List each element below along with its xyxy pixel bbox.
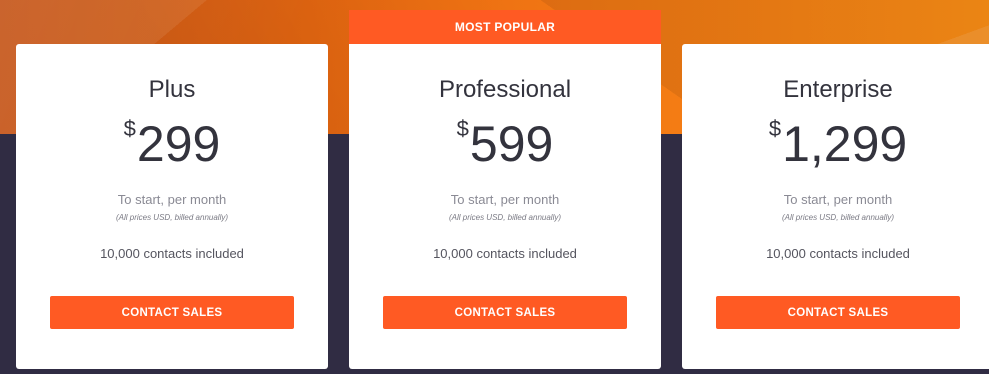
contact-sales-button[interactable]: CONTACT SALES	[716, 296, 960, 329]
price-amount: 599	[469, 116, 554, 172]
price-period: To start, per month	[117, 192, 227, 207]
price-period: To start, per month	[783, 192, 893, 207]
contact-sales-button[interactable]: CONTACT SALES	[50, 296, 294, 329]
currency-symbol: $	[123, 116, 136, 141]
most-popular-banner: MOST POPULAR	[349, 10, 661, 44]
plan-name: Enterprise	[783, 76, 893, 103]
billing-note: (All prices USD, billed annually)	[115, 213, 229, 222]
price-amount: 1,299	[782, 116, 908, 172]
price-amount: 299	[136, 116, 221, 172]
billing-note: (All prices USD, billed annually)	[781, 213, 895, 222]
plan-name: Plus	[148, 76, 196, 103]
currency-symbol: $	[456, 116, 469, 141]
plan-price: $599	[349, 114, 661, 174]
pricing-card-plus: Plus $299 To start, per month (All price…	[16, 44, 328, 369]
plan-name: Professional	[438, 76, 572, 103]
plan-price: $1,299	[682, 114, 989, 174]
plan-price: $299	[16, 114, 328, 174]
pricing-card-enterprise: Enterprise $1,299 To start, per month (A…	[682, 44, 989, 369]
contact-sales-button[interactable]: CONTACT SALES	[383, 296, 627, 329]
contacts-included: 10,000 contacts included	[100, 246, 244, 261]
contacts-included: 10,000 contacts included	[766, 246, 910, 261]
price-period: To start, per month	[450, 192, 560, 207]
pricing-card-professional: MOST POPULAR Professional $599 To start,…	[349, 10, 661, 369]
currency-symbol: $	[768, 116, 782, 141]
contacts-included: 10,000 contacts included	[433, 246, 577, 261]
billing-note: (All prices USD, billed annually)	[448, 213, 562, 222]
